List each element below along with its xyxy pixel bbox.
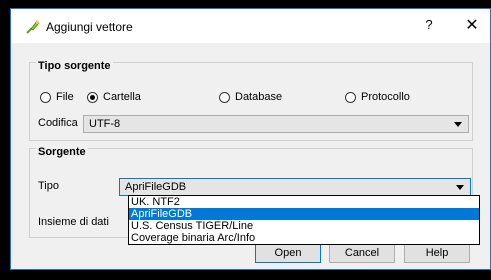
radio-database-indicator[interactable] — [219, 91, 230, 103]
dropdown-option-uk-ntf2[interactable]: UK. NTF2 — [129, 196, 479, 208]
source-type-group: Tipo sorgente File Cartella Database Pro… — [29, 60, 473, 141]
source-group-title: Sorgente — [36, 146, 88, 158]
chevron-down-icon — [454, 121, 462, 127]
add-vector-icon — [26, 20, 40, 34]
radio-folder-label: Cartella — [103, 91, 141, 103]
radio-protocol-indicator[interactable] — [345, 91, 356, 103]
type-dropdown-list: UK. NTF2 ApriFileGDB U.S. Census TIGER/L… — [128, 195, 480, 245]
radio-file-indicator[interactable] — [40, 91, 51, 103]
radio-protocol-label: Protocollo — [361, 91, 410, 103]
radio-folder-indicator[interactable] — [87, 91, 98, 103]
radio-database[interactable]: Database — [219, 91, 282, 103]
dropdown-option-aprifilegdb[interactable]: ApriFileGDB — [129, 208, 479, 220]
title-bar: Aggiungi vettore ? ✕ — [11, 9, 490, 43]
dataset-label: Insieme di dati — [38, 216, 109, 228]
radio-database-label: Database — [235, 91, 283, 103]
encoding-select[interactable]: UTF-8 — [83, 115, 469, 133]
radio-file-label: File — [56, 91, 74, 103]
chevron-down-icon — [456, 184, 464, 190]
dropdown-option-arcinfo[interactable]: Coverage binaria Arc/Info — [129, 232, 479, 244]
type-label: Tipo — [38, 180, 59, 192]
help-button[interactable]: Help — [404, 243, 470, 263]
add-vector-dialog: Aggiungi vettore ? ✕ Tipo sorgente File … — [10, 8, 491, 270]
source-type-group-title: Tipo sorgente — [36, 60, 113, 72]
dropdown-option-tiger-line[interactable]: U.S. Census TIGER/Line — [129, 220, 479, 232]
open-button[interactable]: Open — [255, 243, 321, 263]
close-button[interactable]: ✕ — [461, 15, 483, 35]
help-title-button[interactable]: ? — [419, 17, 439, 32]
radio-protocol[interactable]: Protocollo — [345, 91, 410, 103]
cancel-button[interactable]: Cancel — [329, 243, 395, 263]
radio-folder[interactable]: Cartella — [87, 91, 141, 103]
dialog-title: Aggiungi vettore — [46, 20, 133, 34]
encoding-value: UTF-8 — [89, 118, 121, 130]
type-select[interactable]: ApriFileGDB — [119, 178, 471, 196]
type-value: ApriFileGDB — [125, 181, 187, 193]
encoding-label: Codifica — [38, 117, 78, 129]
radio-file[interactable]: File — [40, 91, 74, 103]
